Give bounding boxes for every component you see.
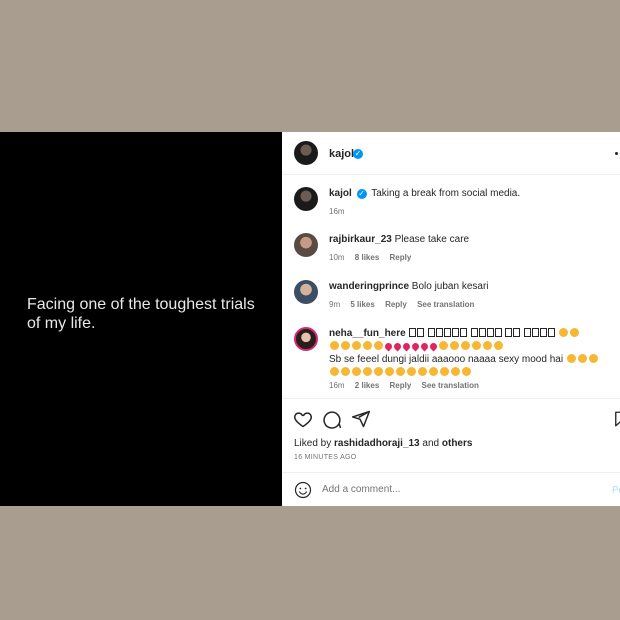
comment-meta: 16m 2 likes Reply See translation <box>329 381 487 390</box>
smiley-icon[interactable] <box>294 481 312 499</box>
comment-meta: 9m 5 likes Reply See translation <box>329 300 482 309</box>
comment-age[interactable]: 9m <box>329 300 340 309</box>
caption-text: Taking a break from social media. <box>371 188 521 199</box>
action-bar <box>282 398 620 439</box>
comment-text: Sb se feeel dungi jaldii aaaooo naaaa se… <box>329 354 564 365</box>
author-avatar[interactable] <box>294 141 318 165</box>
emoji-icon <box>570 328 580 337</box>
media-panel: Facing one of the toughest trials of my … <box>0 132 282 506</box>
caption-line: kajol ✓ Taking a break from social media… <box>329 187 609 200</box>
comment-likes[interactable]: 2 likes <box>355 381 379 390</box>
more-options-icon[interactable] <box>615 152 618 155</box>
post-timestamp[interactable]: 16 MINUTES AGO <box>294 454 357 461</box>
comment-text: Bolo juban kesari <box>411 281 489 292</box>
likes-and: and <box>422 438 440 449</box>
heart-icon[interactable] <box>293 409 313 429</box>
see-translation-link[interactable]: See translation <box>417 300 474 309</box>
instagram-post-window: Facing one of the toughest trials of my … <box>0 132 620 506</box>
media-caption-text: Facing one of the toughest trials of my … <box>27 296 255 332</box>
add-comment-input[interactable] <box>322 484 562 495</box>
comment-line: wanderingprince Bolo juban kesari <box>329 280 609 293</box>
caption-age[interactable]: 16m <box>329 207 345 216</box>
post-comment-button[interactable]: Post <box>612 485 620 496</box>
emoji-icon <box>559 328 569 337</box>
caption-avatar[interactable] <box>294 187 318 211</box>
comment-age[interactable]: 10m <box>329 253 345 262</box>
comment-username[interactable]: rajbirkaur_23 <box>329 234 392 245</box>
commenter-avatar[interactable] <box>294 280 318 304</box>
comments-scroll-area[interactable]: kajol ✓ Taking a break from social media… <box>282 175 620 397</box>
unrendered-glyphs <box>408 328 556 339</box>
comment-age[interactable]: 16m <box>329 381 345 390</box>
comment-line: rajbirkaur_23 Please take care <box>329 233 609 246</box>
reply-button[interactable]: Reply <box>390 381 412 390</box>
comment-username[interactable]: neha__fun_here <box>329 328 406 339</box>
caption-username[interactable]: kajol <box>329 188 352 199</box>
comment-likes[interactable]: 5 likes <box>350 300 374 309</box>
emoji-row <box>329 367 472 378</box>
see-translation-link[interactable]: See translation <box>422 381 479 390</box>
post-header: kajol ✓ <box>282 132 620 175</box>
comment-username[interactable]: wanderingprince <box>329 281 409 292</box>
comment-icon[interactable] <box>322 409 342 429</box>
comment-line: neha__fun_here Sb se feeel dungi jaldii … <box>329 327 613 379</box>
caption-verified-icon: ✓ <box>356 189 367 199</box>
bookmark-icon[interactable] <box>612 409 620 429</box>
comment-meta: 10m 8 likes Reply <box>329 253 419 262</box>
add-comment-bar: Post <box>282 472 620 506</box>
paper-plane-icon[interactable] <box>351 409 371 429</box>
likes-summary: Liked by rashidadhoraji_13 and others <box>294 438 472 449</box>
comment-likes[interactable]: 8 likes <box>355 253 379 262</box>
verified-badge-icon: ✓ <box>353 149 363 159</box>
author-username[interactable]: kajol <box>329 148 354 160</box>
reply-button[interactable]: Reply <box>390 253 412 262</box>
comment-text: Please take care <box>394 234 470 245</box>
commenter-avatar[interactable] <box>294 327 318 351</box>
liked-by-others-link[interactable]: others <box>442 438 473 449</box>
commenter-avatar[interactable] <box>294 233 318 257</box>
caption-meta: 16m <box>329 207 353 216</box>
details-panel: kajol ✓ kajol ✓ Taking a break from soci… <box>282 132 620 506</box>
page: { "media": { "caption": "Facing one of t… <box>0 0 620 620</box>
reply-button[interactable]: Reply <box>385 300 407 309</box>
likes-prefix: Liked by <box>294 438 332 449</box>
emoji-row <box>329 341 504 352</box>
liked-by-user-link[interactable]: rashidadhoraji_13 <box>334 438 420 449</box>
